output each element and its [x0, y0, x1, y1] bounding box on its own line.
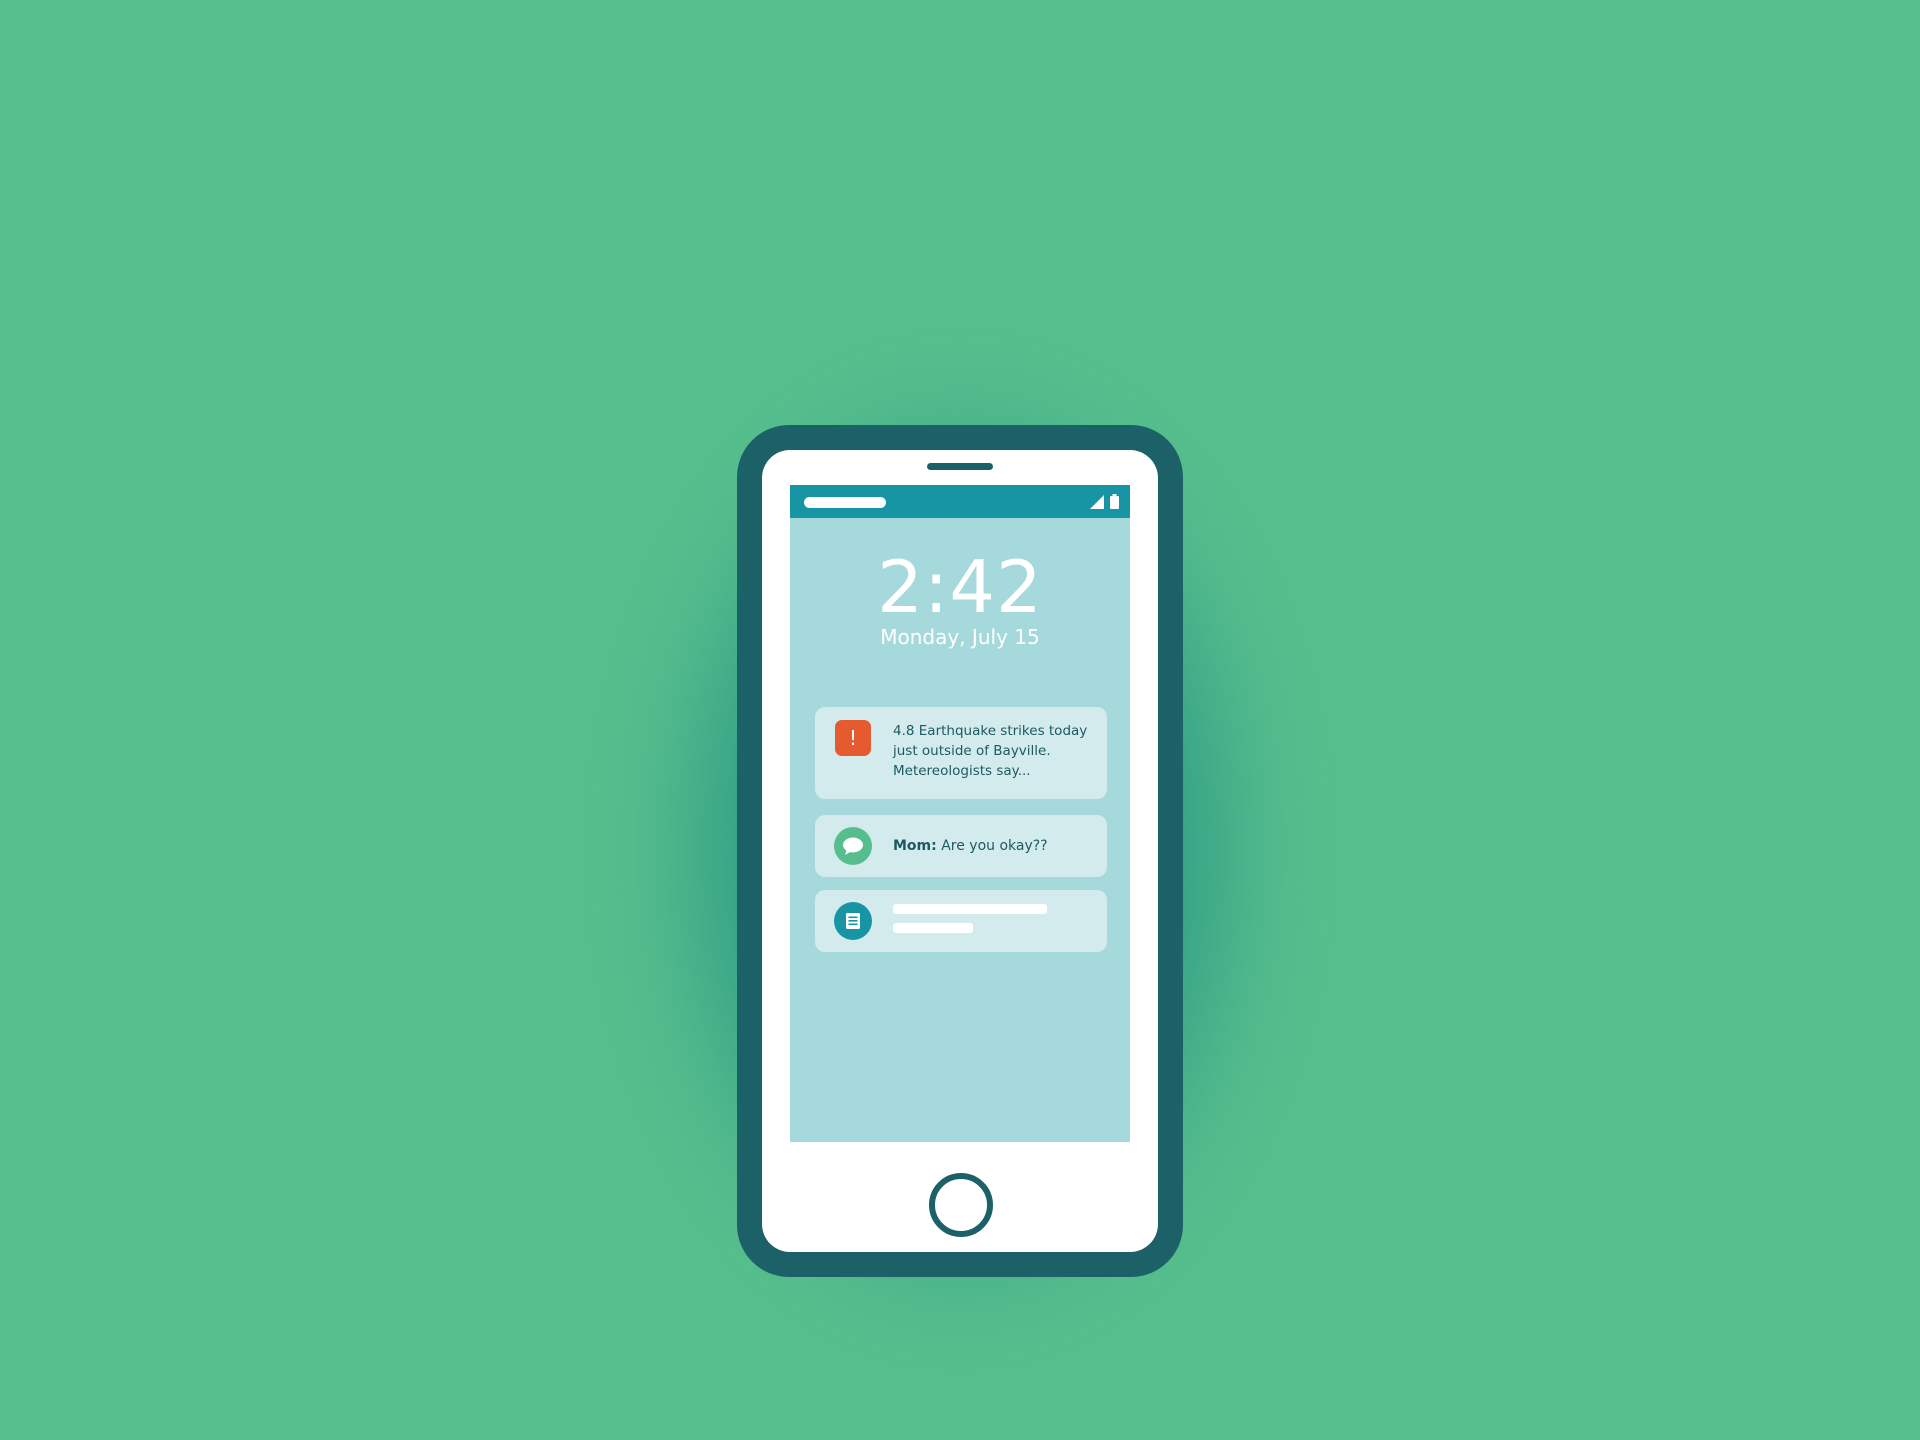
earpiece-speaker — [927, 463, 993, 470]
lock-screen-time: 2:42 — [877, 545, 1043, 629]
background: 2:42 Monday, July 15 ! 4.8 Earthquake st… — [0, 0, 1920, 1440]
notification-placeholder-line — [893, 923, 973, 933]
alert-exclamation-icon: ! — [835, 720, 871, 756]
chat-bubble-icon — [834, 827, 872, 865]
notification-earthquake-alert[interactable]: ! 4.8 Earthquake strikes today just outs… — [815, 707, 1107, 799]
lock-screen-date: Monday, July 15 — [880, 625, 1040, 649]
document-icon — [834, 902, 872, 940]
notification-document[interactable] — [815, 890, 1107, 952]
signal-icon — [1090, 495, 1104, 509]
home-button[interactable] — [929, 1173, 993, 1237]
notification-message[interactable]: Mom: Are you okay?? — [815, 815, 1107, 877]
notification-alert-text: 4.8 Earthquake strikes today just outsid… — [893, 723, 1088, 779]
message-body: Are you okay?? — [936, 838, 1048, 854]
phone-face: 2:42 Monday, July 15 ! 4.8 Earthquake st… — [762, 450, 1158, 1252]
notification-message-text: Mom: Are you okay?? — [893, 836, 1048, 856]
battery-icon — [1110, 494, 1119, 509]
lock-screen[interactable]: 2:42 Monday, July 15 ! 4.8 Earthquake st… — [790, 485, 1130, 1142]
message-sender: Mom: — [893, 838, 937, 854]
phone-body: 2:42 Monday, July 15 ! 4.8 Earthquake st… — [737, 425, 1183, 1277]
status-carrier-placeholder — [804, 497, 886, 508]
notification-placeholder-line — [893, 904, 1047, 914]
status-bar — [790, 485, 1130, 518]
